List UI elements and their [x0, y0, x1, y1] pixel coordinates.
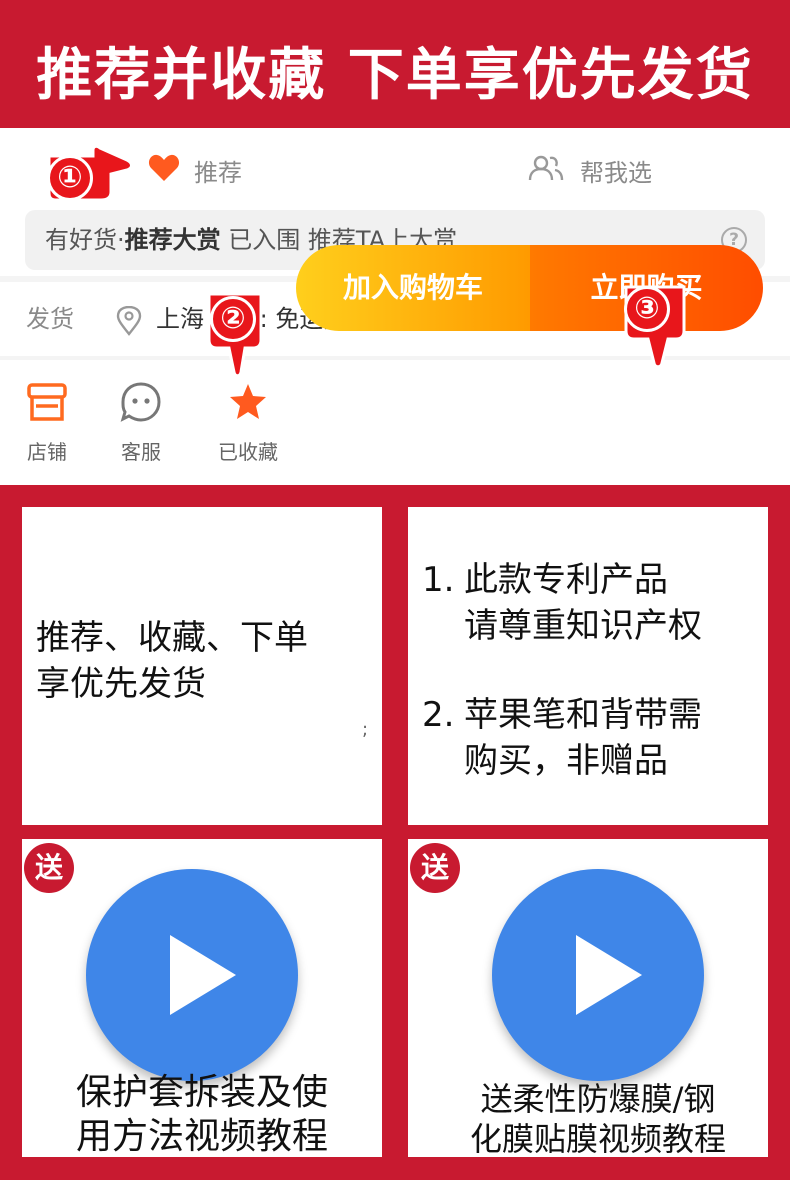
- shipping-label: 发货: [26, 305, 74, 333]
- notice-2-line-1: 苹果笔和背带需: [464, 695, 702, 735]
- help-choose-label: 帮我选: [580, 158, 652, 187]
- play-icon[interactable]: [492, 869, 704, 1081]
- service-button[interactable]: 客服: [101, 378, 181, 465]
- service-label: 客服: [121, 440, 161, 464]
- gift-badge: 送: [410, 843, 460, 893]
- notice-num-2: 2.: [422, 695, 455, 735]
- gift-badge: 送: [24, 843, 74, 893]
- recommend-tab[interactable]: 推荐: [148, 150, 242, 190]
- favorited-label: 已收藏: [218, 440, 278, 464]
- shop-icon: [7, 378, 87, 426]
- shop-label: 店铺: [27, 440, 67, 464]
- notice-2-line-2: 购买，非赠品: [464, 741, 668, 781]
- promo-line-1: 推荐、收藏、下单: [36, 618, 308, 658]
- shop-button[interactable]: 店铺: [7, 378, 87, 465]
- step-1-badge: ①: [47, 155, 93, 201]
- people-icon: [528, 155, 564, 185]
- notice-1-line-1: 此款专利产品: [464, 560, 668, 600]
- heart-icon: [148, 154, 180, 186]
- video-2-caption-line-1: 送柔性防爆膜/钢: [480, 1080, 716, 1118]
- promo-line-2: 享优先发货: [36, 664, 206, 704]
- promo-mark: ;: [362, 719, 369, 740]
- award-bold: 推荐大赏: [124, 226, 221, 254]
- award-prefix: 有好货·: [45, 226, 125, 254]
- help-choose-tab[interactable]: 帮我选: [528, 150, 652, 190]
- notice-1-line-2: 请尊重知识产权: [464, 606, 702, 646]
- notice-item-2: 2. 苹果笔和背带需 购买，非赠品: [422, 692, 762, 784]
- video-1-caption-line-1: 保护套拆装及使: [75, 1072, 328, 1113]
- video-card-1[interactable]: 送 保护套拆装及使 用方法视频教程: [22, 839, 382, 1157]
- video-2-caption-line-2: 化膜贴膜视频教程: [469, 1120, 726, 1158]
- play-triangle: [576, 935, 642, 1015]
- customer-service-icon: [101, 378, 181, 426]
- bottom-action-bar: 店铺 客服 已收藏: [0, 360, 790, 485]
- star-icon: [208, 378, 288, 426]
- notice-item-1: 1. 此款专利产品 请尊重知识产权: [422, 557, 762, 649]
- play-triangle: [170, 935, 236, 1015]
- play-icon[interactable]: [86, 869, 298, 1081]
- location-pin-icon: [116, 305, 142, 340]
- notice-num-1: 1.: [422, 560, 455, 600]
- add-to-cart-button[interactable]: 加入购物车: [296, 245, 530, 331]
- favorite-button[interactable]: 已收藏: [208, 378, 288, 465]
- banner-title: 推荐并收藏 下单享优先发货: [36, 43, 754, 108]
- step-2-badge: ②: [210, 296, 256, 342]
- video-1-caption-line-2: 用方法视频教程: [75, 1116, 328, 1157]
- notice-card: 1. 此款专利产品 请尊重知识产权 2. 苹果笔和背带需 购买，非赠品: [408, 507, 768, 825]
- step-3-badge: ③: [624, 286, 670, 332]
- top-banner: 推荐并收藏 下单享优先发货: [0, 0, 790, 128]
- video-card-2[interactable]: 送 送柔性防爆膜/钢 化膜贴膜视频教程: [408, 839, 768, 1158]
- promo-card: 推荐、收藏、下单 享优先发货 ;: [22, 507, 382, 825]
- recommend-label: 推荐: [194, 158, 242, 187]
